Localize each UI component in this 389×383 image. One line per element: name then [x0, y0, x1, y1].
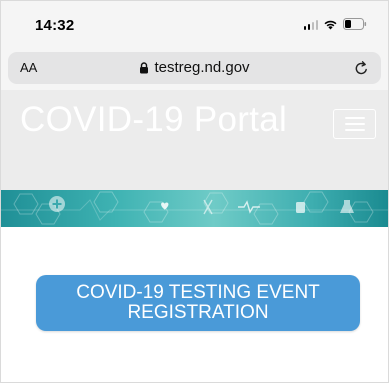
main-content: COVID-19 TESTING EVENT REGISTRATION — [0, 227, 389, 383]
status-icons — [303, 18, 368, 30]
url-display[interactable]: testreg.nd.gov — [8, 59, 381, 76]
cellular-signal-icon — [303, 19, 318, 30]
clipboard-icon — [296, 202, 305, 213]
url-text: testreg.nd.gov — [154, 59, 250, 76]
health-banner — [0, 190, 389, 227]
status-bar: 14:32 — [0, 0, 389, 48]
address-bar[interactable]: AA testreg.nd.gov — [8, 52, 381, 84]
site-title[interactable]: COVID-19 Portal — [20, 100, 287, 140]
reload-icon — [355, 61, 367, 75]
browser-toolbar: AA testreg.nd.gov — [0, 48, 389, 90]
banner-pattern — [0, 191, 389, 225]
menu-line — [344, 117, 365, 119]
covid-testing-registration-button[interactable]: COVID-19 TESTING EVENT REGISTRATION — [36, 275, 360, 331]
phone-screen: 14:32 AA testreg.nd.gov COVID-19 Portal … — [0, 0, 389, 383]
cta-line-2: REGISTRATION — [127, 302, 269, 323]
site-header: COVID-19 Portal — [0, 90, 389, 190]
heart-icon — [161, 202, 169, 210]
hamburger-menu-button[interactable] — [333, 109, 376, 139]
wifi-icon — [324, 20, 337, 29]
status-time: 14:32 — [35, 17, 75, 34]
battery-icon — [343, 18, 367, 30]
reload-button[interactable] — [354, 60, 369, 81]
cta-line-1: COVID-19 TESTING EVENT — [76, 282, 320, 303]
menu-line — [344, 123, 365, 125]
menu-line — [344, 129, 365, 131]
dna-icon — [203, 199, 213, 215]
lock-icon — [140, 61, 149, 73]
